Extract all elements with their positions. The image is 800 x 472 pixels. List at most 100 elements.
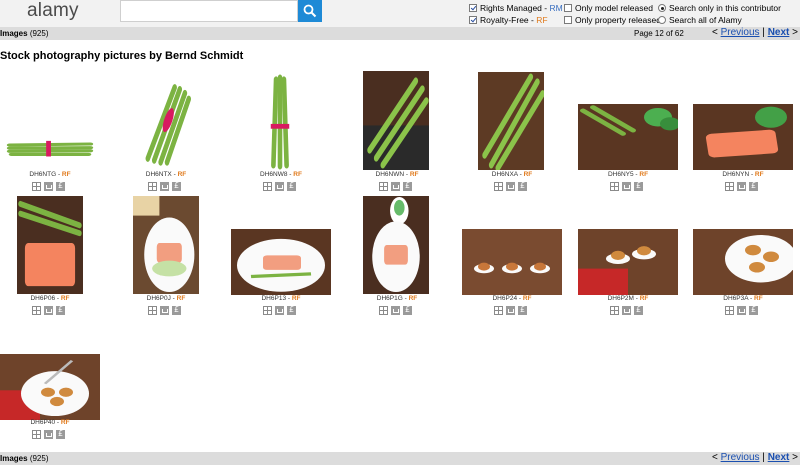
- price-icon[interactable]: [56, 181, 65, 191]
- cart-icon[interactable]: [391, 182, 400, 191]
- image-id[interactable]: DH6P13: [261, 295, 286, 302]
- previous-link-bottom[interactable]: Previous: [721, 452, 760, 463]
- rights-managed-checkbox[interactable]: [469, 4, 477, 12]
- cart-icon[interactable]: [275, 182, 284, 191]
- thumbnail-image[interactable]: [363, 71, 429, 170]
- search-all-option[interactable]: Search all of Alamy: [658, 15, 742, 25]
- image-id[interactable]: DH6P2M: [608, 295, 634, 302]
- image-id[interactable]: DH6NY5: [608, 171, 634, 178]
- lightbox-icon[interactable]: [494, 182, 503, 191]
- cart-icon[interactable]: [160, 182, 169, 191]
- property-released-option[interactable]: Only property released: [564, 15, 661, 25]
- thumbnail-image[interactable]: [578, 104, 678, 170]
- lightbox-icon[interactable]: [379, 182, 388, 191]
- alamy-logo[interactable]: alamy: [27, 0, 79, 22]
- image-id[interactable]: DH6P0J: [147, 295, 171, 302]
- search-button[interactable]: [298, 0, 322, 22]
- thumbnail-image[interactable]: [133, 196, 199, 294]
- image-id[interactable]: DH6NYN: [722, 171, 749, 178]
- price-icon[interactable]: [403, 305, 412, 315]
- price-icon[interactable]: [518, 181, 527, 191]
- thumbnail-image[interactable]: [17, 196, 83, 294]
- royalty-free-option[interactable]: Royalty-Free - RF: [469, 15, 548, 25]
- lightbox-icon[interactable]: [263, 182, 272, 191]
- price-icon[interactable]: [634, 181, 643, 191]
- image-id[interactable]: DH6NTX: [146, 171, 172, 178]
- image-id[interactable]: DH6NXA: [492, 171, 518, 178]
- thumbnail-image[interactable]: [231, 229, 331, 295]
- cart-icon[interactable]: [275, 306, 284, 315]
- lightbox-icon[interactable]: [148, 306, 157, 315]
- rights-managed-option[interactable]: Rights Managed - RM: [469, 3, 563, 13]
- lightbox-icon[interactable]: [148, 182, 157, 191]
- cart-icon[interactable]: [160, 306, 169, 315]
- image-id[interactable]: DH6P1G: [377, 295, 403, 302]
- cart-icon[interactable]: [737, 306, 746, 315]
- thumbnail-actions: [263, 181, 296, 191]
- image-id[interactable]: DH6P24: [492, 295, 517, 302]
- lightbox-icon[interactable]: [263, 306, 272, 315]
- royalty-free-checkbox[interactable]: [469, 16, 477, 24]
- image-id[interactable]: DH6NTG: [29, 171, 56, 178]
- property-released-checkbox[interactable]: [564, 16, 572, 24]
- thumbnail-image[interactable]: [135, 74, 199, 170]
- price-icon[interactable]: [403, 181, 412, 191]
- thumbnail-image[interactable]: [363, 196, 429, 294]
- price-icon[interactable]: [287, 181, 296, 191]
- image-id[interactable]: DH6P3A: [723, 295, 748, 302]
- cart-icon[interactable]: [44, 306, 53, 315]
- thumbnail-image[interactable]: [247, 74, 313, 170]
- search-contributor-option[interactable]: Search only in this contributor: [658, 3, 781, 13]
- thumbnail-image[interactable]: [693, 229, 793, 295]
- thumbnail-image[interactable]: [578, 229, 678, 295]
- thumbnail-caption: DH6NY5 - RF: [578, 171, 678, 178]
- cart-icon[interactable]: [622, 306, 631, 315]
- price-icon[interactable]: [172, 305, 181, 315]
- price-icon[interactable]: [287, 305, 296, 315]
- thumbnail-image[interactable]: [2, 118, 98, 170]
- cart-icon[interactable]: [737, 182, 746, 191]
- lightbox-icon[interactable]: [494, 306, 503, 315]
- thumbnail-image[interactable]: [478, 72, 544, 170]
- search-input[interactable]: [120, 0, 298, 22]
- cart-icon[interactable]: [44, 430, 53, 439]
- next-link-bottom[interactable]: Next: [768, 452, 790, 463]
- price-icon[interactable]: [749, 305, 758, 315]
- lightbox-icon[interactable]: [32, 306, 41, 315]
- image-id[interactable]: DH6P40: [30, 419, 55, 426]
- search-contributor-radio[interactable]: [658, 4, 666, 12]
- cart-icon[interactable]: [391, 306, 400, 315]
- price-icon[interactable]: [749, 181, 758, 191]
- price-icon[interactable]: [56, 429, 65, 439]
- image-id[interactable]: DH6NW8: [260, 171, 287, 178]
- price-icon[interactable]: [518, 305, 527, 315]
- cart-icon[interactable]: [506, 182, 515, 191]
- price-icon[interactable]: [634, 305, 643, 315]
- previous-link[interactable]: Previous: [721, 27, 760, 38]
- lightbox-icon[interactable]: [379, 306, 388, 315]
- price-icon[interactable]: [56, 305, 65, 315]
- thumbnail-image[interactable]: [693, 104, 793, 170]
- thumbnail-image[interactable]: [0, 354, 100, 420]
- thumbnail-actions: [610, 305, 643, 315]
- thumbnail-caption: DH6P1G - RF: [347, 295, 447, 302]
- price-icon[interactable]: [172, 181, 181, 191]
- thumbnail-image[interactable]: [462, 229, 562, 295]
- search-all-radio[interactable]: [658, 16, 666, 24]
- cart-icon[interactable]: [506, 306, 515, 315]
- lightbox-icon[interactable]: [725, 182, 734, 191]
- model-released-option[interactable]: Only model released: [564, 3, 653, 13]
- lightbox-icon[interactable]: [610, 182, 619, 191]
- cart-icon[interactable]: [622, 182, 631, 191]
- lightbox-icon[interactable]: [32, 430, 41, 439]
- lightbox-icon[interactable]: [32, 182, 41, 191]
- image-id[interactable]: DH6P06: [30, 295, 55, 302]
- lightbox-icon[interactable]: [610, 306, 619, 315]
- image-count-bottom: Images (925): [0, 454, 49, 463]
- thumbnail-caption: DH6NTX - RF: [116, 171, 216, 178]
- image-id[interactable]: DH6NWN: [376, 171, 405, 178]
- model-released-checkbox[interactable]: [564, 4, 572, 12]
- next-link[interactable]: Next: [768, 27, 790, 38]
- cart-icon[interactable]: [44, 182, 53, 191]
- lightbox-icon[interactable]: [725, 306, 734, 315]
